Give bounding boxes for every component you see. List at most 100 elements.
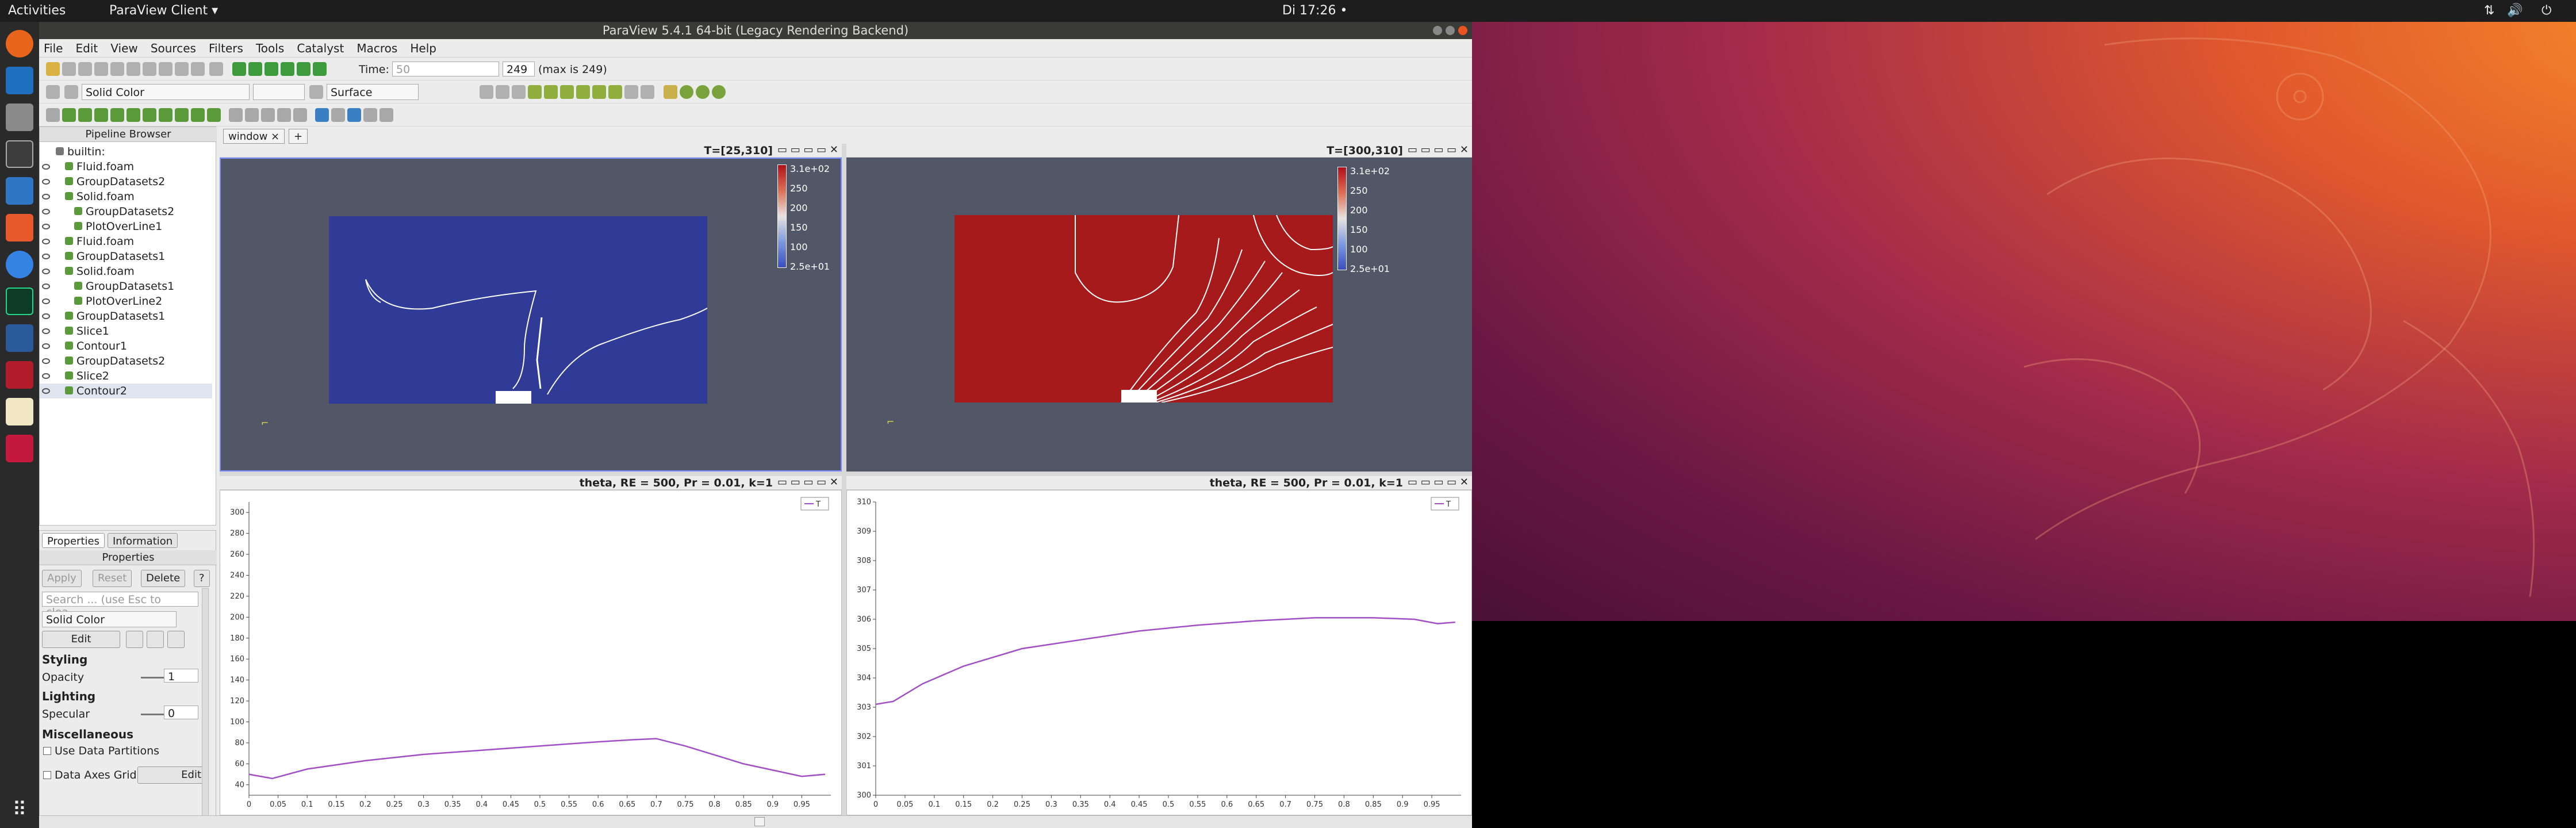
- eye-icon[interactable]: [42, 388, 50, 394]
- menu-filters[interactable]: Filters: [204, 39, 248, 55]
- eye-icon[interactable]: [42, 209, 50, 214]
- opacity-field[interactable]: 1: [164, 669, 198, 683]
- center-icon[interactable]: [209, 62, 223, 76]
- view-minus-x-icon[interactable]: [544, 85, 558, 99]
- threshold-icon[interactable]: [110, 108, 124, 122]
- opacity-slider[interactable]: [141, 677, 164, 678]
- view-controls-icon-4[interactable]: ▭ ▭ ▭ ▭ ✕: [1408, 476, 1469, 488]
- line-chart-left[interactable]: 0 0.05 0.1 0.15 0.2 0.25 0.3 0.35 0.4 0.45 0.5 0.55…: [220, 490, 842, 815]
- pipeline-item[interactable]: GroupDatasets1: [40, 249, 212, 264]
- pipeline-item[interactable]: PlotOverLine1: [40, 219, 212, 234]
- eye-icon[interactable]: [42, 373, 50, 379]
- pipeline-item[interactable]: Fluid.foam: [40, 234, 212, 249]
- rescale-custom-icon[interactable]: [147, 631, 164, 648]
- show-center-icon[interactable]: [680, 85, 693, 99]
- menu-view[interactable]: View: [106, 39, 142, 55]
- camera-redo-icon[interactable]: [191, 62, 205, 76]
- view-plus-y-icon[interactable]: [560, 85, 574, 99]
- maximize-icon[interactable]: [1446, 26, 1455, 35]
- tab-close-icon[interactable]: ×: [271, 131, 279, 143]
- writer-icon[interactable]: [6, 177, 33, 205]
- pipeline-item[interactable]: builtin:: [40, 144, 212, 159]
- pipeline-item[interactable]: Fluid.foam: [40, 159, 212, 174]
- load-state-icon[interactable]: [94, 62, 108, 76]
- view-plus-z-icon[interactable]: [592, 85, 606, 99]
- display-color-combo[interactable]: Solid Color: [42, 611, 177, 627]
- view-controls-icon-2[interactable]: ▭ ▭ ▭ ▭ ✕: [1408, 144, 1469, 156]
- component-combo[interactable]: [253, 84, 305, 100]
- pipeline-item[interactable]: GroupDatasets2: [40, 204, 212, 219]
- representation-combo[interactable]: Surface: [327, 84, 419, 100]
- eye-icon[interactable]: [42, 328, 50, 334]
- first-frame-icon[interactable]: [232, 62, 246, 76]
- eye-icon[interactable]: [42, 224, 50, 229]
- menu-catalyst[interactable]: Catalyst: [292, 39, 348, 55]
- specular-field[interactable]: 0: [164, 706, 198, 720]
- properties-scrollbar[interactable]: [202, 588, 209, 818]
- render-view-top-right[interactable]: 3.1e+02 250 200 150 100 2.5e+01 ⌐: [846, 158, 1472, 471]
- last-frame-icon[interactable]: [297, 62, 310, 76]
- tab-information[interactable]: Information: [108, 533, 178, 548]
- use-partitions-checkbox[interactable]: [43, 747, 51, 755]
- reset-camera-icon[interactable]: [480, 85, 493, 99]
- glyph-icon[interactable]: [143, 108, 156, 122]
- close-window-icon[interactable]: [1458, 26, 1467, 35]
- calculator-icon[interactable]: [46, 108, 60, 122]
- rotate-icon[interactable]: [624, 85, 638, 99]
- status-toggle-icon[interactable]: [754, 817, 765, 826]
- color-by-combo[interactable]: Solid Color: [82, 84, 250, 100]
- menu-help[interactable]: Help: [405, 39, 441, 55]
- eye-icon[interactable]: [42, 179, 50, 185]
- eye-icon[interactable]: [42, 358, 50, 364]
- axes-grid-icon[interactable]: [363, 108, 377, 122]
- query-icon[interactable]: [229, 108, 243, 122]
- volume-icon[interactable]: 🔊: [2507, 3, 2523, 18]
- toggle-color-legend-icon[interactable]: [46, 85, 60, 99]
- warp-icon[interactable]: [175, 108, 189, 122]
- network-icon[interactable]: ⇅: [2484, 3, 2494, 18]
- edit-colormap-icon[interactable]: [309, 85, 323, 99]
- help-icon[interactable]: [6, 251, 33, 278]
- pycharm-icon[interactable]: [6, 288, 33, 315]
- save-state-icon[interactable]: [78, 62, 92, 76]
- menu-edit[interactable]: Edit: [71, 39, 103, 55]
- clear-selection-icon[interactable]: [293, 108, 307, 122]
- view-plus-x-icon[interactable]: [528, 85, 542, 99]
- eye-icon[interactable]: [42, 239, 50, 244]
- firefox-icon[interactable]: [6, 30, 33, 57]
- pipeline-item[interactable]: GroupDatasets1: [40, 309, 212, 324]
- minimize-icon[interactable]: [1433, 26, 1442, 35]
- files-icon[interactable]: [6, 103, 33, 131]
- pick-center-icon[interactable]: [712, 85, 726, 99]
- loop-icon[interactable]: [313, 62, 327, 76]
- terminal-icon[interactable]: [6, 361, 33, 389]
- time-field[interactable]: 50: [392, 62, 499, 76]
- eye-icon[interactable]: [42, 269, 50, 274]
- save-icon[interactable]: [62, 62, 76, 76]
- extract-level-icon[interactable]: [207, 108, 221, 122]
- disconnect-icon[interactable]: [126, 62, 140, 76]
- undo-icon[interactable]: [143, 62, 156, 76]
- eye-icon[interactable]: [42, 298, 50, 304]
- play-icon[interactable]: [264, 62, 278, 76]
- eye-icon[interactable]: [42, 313, 50, 319]
- pipeline-item[interactable]: Solid.foam: [40, 264, 212, 279]
- zoom-to-box-icon[interactable]: [512, 85, 526, 99]
- connect-icon[interactable]: [110, 62, 124, 76]
- paraview-icon[interactable]: [6, 324, 33, 352]
- eye-icon[interactable]: [42, 164, 50, 170]
- group-icon[interactable]: [191, 108, 205, 122]
- eye-icon[interactable]: [42, 283, 50, 289]
- app-menu[interactable]: ParaView Client ▾: [109, 3, 218, 18]
- thunderbird-icon[interactable]: [6, 67, 33, 94]
- view-controls-icon[interactable]: ▭ ▭ ▭ ▭ ✕: [777, 144, 838, 156]
- reset-button[interactable]: Reset: [93, 570, 132, 587]
- add-tab-button[interactable]: +: [289, 129, 308, 144]
- redo-icon[interactable]: [159, 62, 172, 76]
- interaction-mode-icon[interactable]: [664, 85, 677, 99]
- view-minus-y-icon[interactable]: [576, 85, 590, 99]
- zoom-to-data-icon[interactable]: [496, 85, 509, 99]
- timestep-spinbox[interactable]: 249: [503, 62, 535, 76]
- ruler-icon[interactable]: [347, 108, 361, 122]
- show-applications-icon[interactable]: ⠿: [6, 798, 33, 826]
